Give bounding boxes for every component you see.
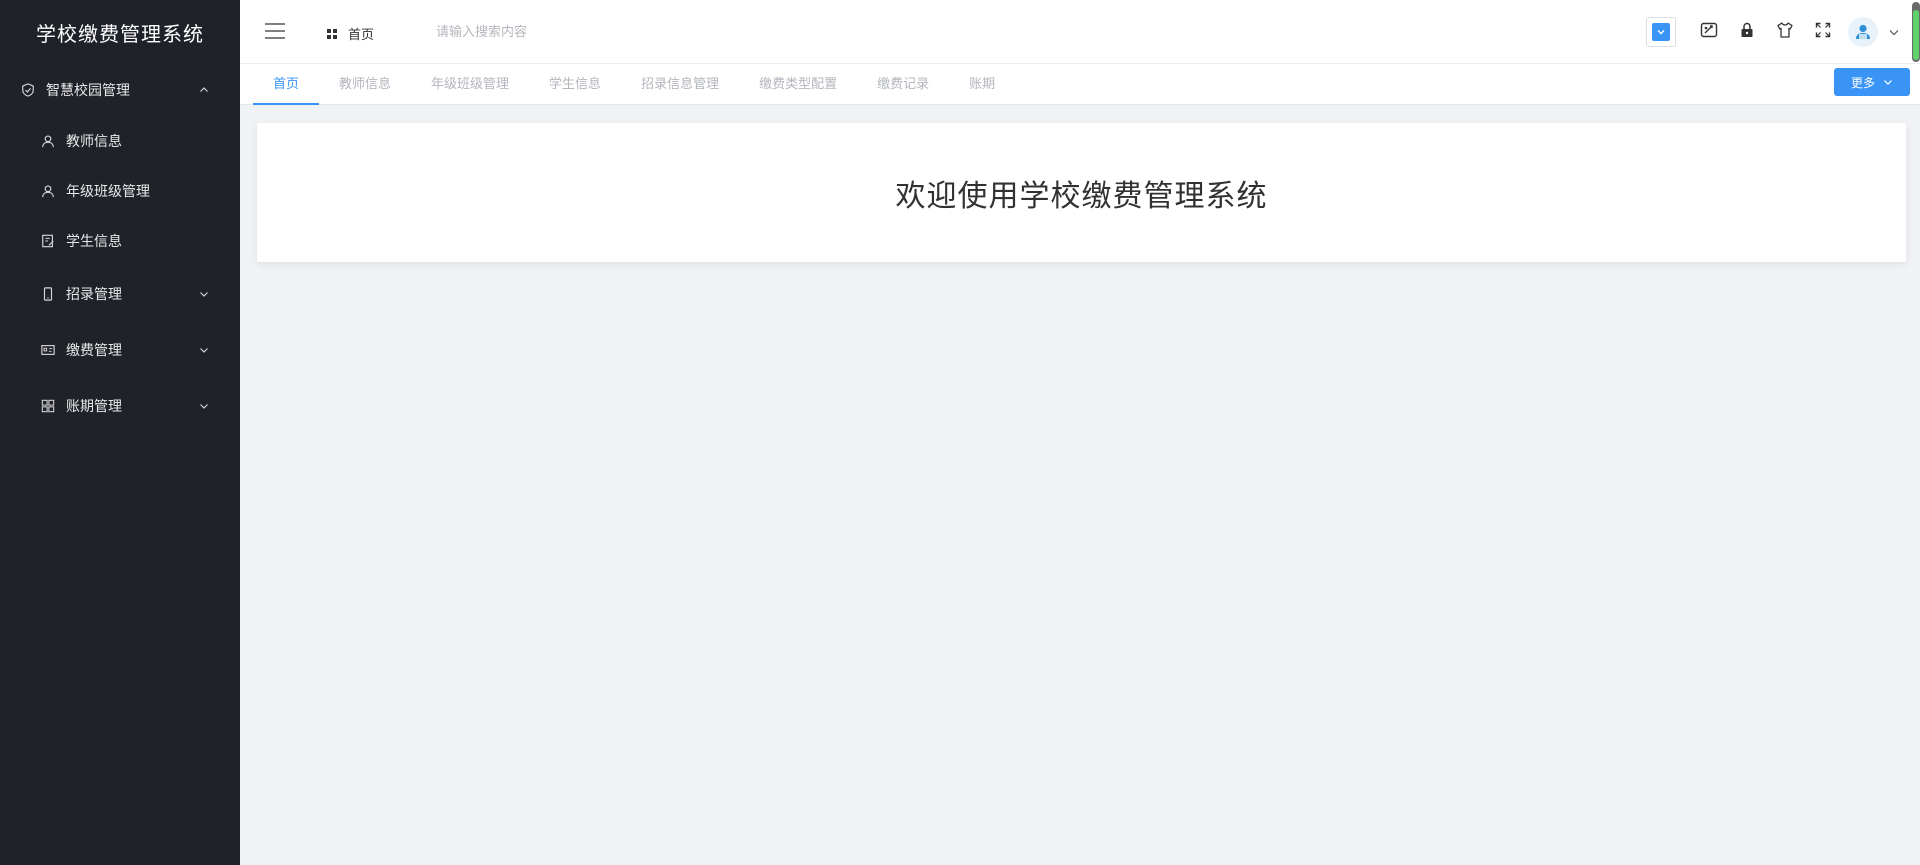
sidebar-item-grade-class[interactable]: 年级班级管理: [0, 166, 240, 216]
sidebar-item-label: 缴费管理: [66, 343, 122, 359]
chevron-down-icon: [198, 288, 210, 300]
user-avatar-button[interactable]: [1842, 13, 1880, 51]
more-tabs-label: 更多: [1850, 75, 1875, 90]
tab-list: 首页 教师信息 年级班级管理 学生信息 招录信息管理 缴费类型配置 缴费记录 账…: [253, 64, 1015, 105]
lock-button[interactable]: [1728, 13, 1766, 51]
app-title: 学校缴费管理系统: [36, 21, 204, 46]
sidebar-item-admission[interactable]: 招录管理: [0, 266, 240, 322]
chevron-up-icon: [198, 84, 210, 96]
chevron-down-icon: [198, 344, 210, 356]
shield-check-icon: [20, 82, 36, 98]
tab-billing-period[interactable]: 账期: [949, 64, 1015, 105]
user-icon: [40, 183, 56, 199]
avatar: [1848, 17, 1878, 47]
chevron-down-icon: [198, 400, 210, 412]
scrollbar-thumb[interactable]: [1913, 10, 1919, 60]
sidebar-item-label: 学生信息: [66, 234, 122, 250]
breadcrumb[interactable]: 首页: [326, 24, 374, 43]
theme-button[interactable]: [1766, 13, 1804, 51]
sidebar-item-teacher-info[interactable]: 教师信息: [0, 116, 240, 166]
top-header: 首页: [240, 0, 1920, 64]
welcome-title: 欢迎使用学校缴费管理系统: [895, 178, 1268, 214]
sidebar-item-student-info[interactable]: 学生信息: [0, 216, 240, 266]
chevron-down-icon: [1888, 23, 1900, 42]
screenshot-icon: [1700, 21, 1718, 43]
header-tools: [1646, 0, 1920, 64]
edit-document-icon: [40, 233, 56, 249]
sidebar-item-label: 招录管理: [66, 287, 122, 303]
sidebar-item-payment[interactable]: 缴费管理: [0, 322, 240, 378]
screenshot-button[interactable]: [1690, 13, 1728, 51]
breadcrumb-label: 首页: [348, 28, 375, 43]
welcome-card: 欢迎使用学校缴费管理系统: [257, 123, 1906, 262]
sidebar: 学校缴费管理系统 智慧校园管理 教师信息 年级班级管理 学生信息 招录管理 缴费…: [0, 0, 240, 865]
shirt-icon: [1776, 21, 1794, 43]
tab-grade-class[interactable]: 年级班级管理: [411, 64, 529, 105]
sidebar-group-smart-campus[interactable]: 智慧校园管理: [0, 64, 240, 116]
tab-student-info[interactable]: 学生信息: [529, 64, 621, 105]
tab-home[interactable]: 首页: [253, 64, 320, 105]
grid-icon: [326, 28, 338, 40]
sidebar-menu: 智慧校园管理 教师信息 年级班级管理 学生信息 招录管理 缴费管理 账期管理: [0, 64, 240, 434]
fullscreen-icon: [1815, 22, 1831, 42]
tab-payment-type[interactable]: 缴费类型配置: [739, 64, 857, 105]
id-card-icon: [40, 342, 56, 358]
sidebar-item-billing-period[interactable]: 账期管理: [0, 378, 240, 434]
sidebar-group-label: 智慧校园管理: [46, 83, 130, 99]
tabs-bar: 首页 教师信息 年级班级管理 学生信息 招录信息管理 缴费类型配置 缴费记录 账…: [240, 64, 1920, 105]
fullscreen-button[interactable]: [1804, 13, 1842, 51]
grid-icon: [40, 398, 56, 414]
hamburger-menu-icon[interactable]: [264, 22, 286, 40]
search-input[interactable]: [436, 18, 676, 46]
lock-icon: [1739, 22, 1755, 42]
checkbox-toggle[interactable]: [1646, 17, 1676, 47]
tab-payment-record[interactable]: 缴费记录: [857, 64, 949, 105]
sidebar-item-label: 账期管理: [66, 399, 122, 415]
checkbox-icon: [1652, 23, 1670, 41]
sidebar-item-label: 教师信息: [66, 134, 122, 150]
sidebar-item-label: 年级班级管理: [66, 184, 150, 200]
more-tabs-button[interactable]: 更多: [1834, 68, 1910, 96]
tab-teacher-info[interactable]: 教师信息: [319, 64, 411, 105]
user-menu-toggle[interactable]: [1880, 13, 1908, 51]
vertical-scrollbar[interactable]: [1912, 2, 1920, 62]
mobile-phone-icon: [40, 286, 56, 302]
chevron-down-icon: [1883, 77, 1893, 87]
user-icon: [40, 133, 56, 149]
tab-admission-info[interactable]: 招录信息管理: [621, 64, 739, 105]
